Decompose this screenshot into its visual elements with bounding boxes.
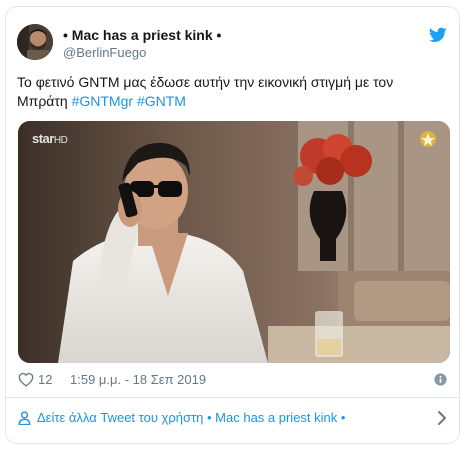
author-names[interactable]: • Mac has a priest kink • @BerlinFuego [63,26,221,61]
tweet-media-image[interactable]: starHD [18,121,450,363]
channel-logo-hd: HD [53,135,68,146]
channel-logo-text: star [32,131,54,146]
chevron-right-icon[interactable] [437,410,447,426]
more-tweets-label[interactable]: Δείτε άλλα Tweet του χρήστη • Mac has a … [37,410,345,425]
avatar[interactable] [17,24,53,60]
tweet-timestamp[interactable]: 1:59 μ.μ. - 18 Σεπ 2019 [70,372,206,387]
tweet-meta: 12 1:59 μ.μ. - 18 Σεπ 2019 [18,370,447,390]
info-icon[interactable] [434,373,447,386]
user-handle[interactable]: @BerlinFuego [63,44,221,61]
heart-icon[interactable] [18,372,34,387]
display-name[interactable]: • Mac has a priest kink • [63,26,221,44]
hashtag-gntmgr[interactable]: #GNTMgr [72,93,133,109]
hashtag-gntm[interactable]: #GNTM [137,93,186,109]
more-tweets-link[interactable]: Δείτε άλλα Tweet του χρήστη • Mac has a … [6,398,459,438]
twitter-bird-icon[interactable] [429,27,447,43]
person-icon [18,411,31,425]
tweet-text: Το φετινό GNTM μας έδωσε αυτήν την εικον… [17,73,447,111]
channel-logo: starHD [32,131,68,146]
like-count[interactable]: 12 [38,372,52,387]
embedded-tweet-card[interactable]: • Mac has a priest kink • @BerlinFuego Τ… [5,6,460,444]
tweet-header: • Mac has a priest kink • @BerlinFuego [17,21,447,61]
